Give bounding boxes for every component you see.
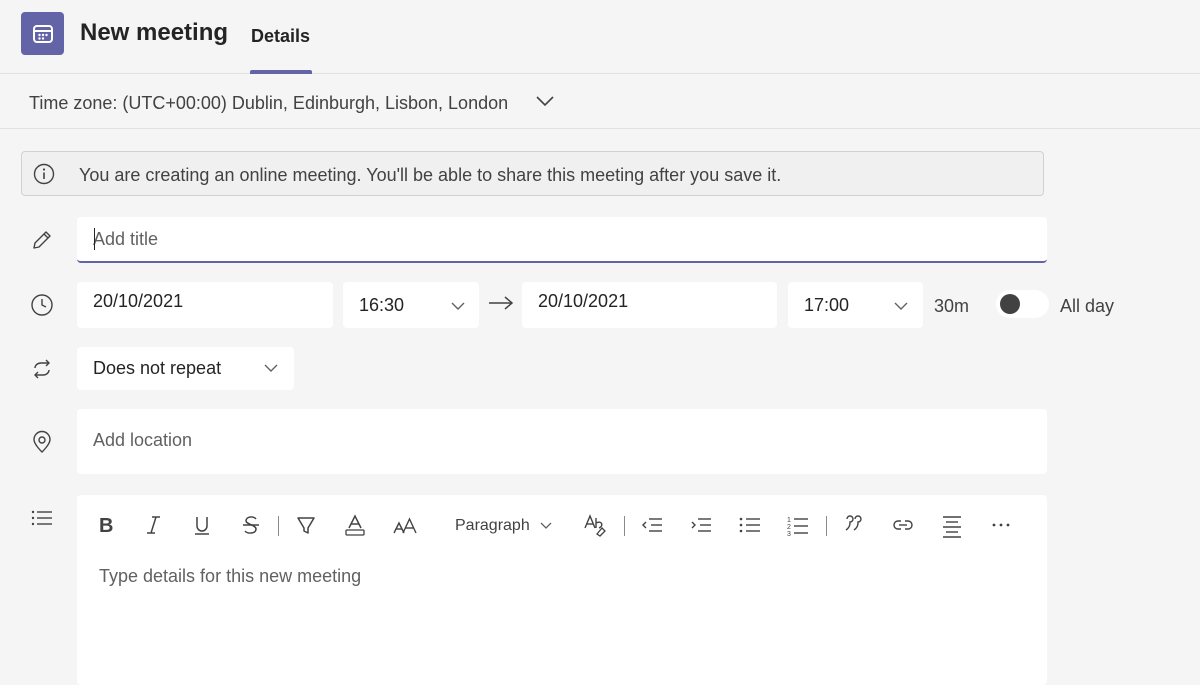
- all-day-label: All day: [1060, 296, 1115, 316]
- online-meeting-banner: You are creating an online meeting. You'…: [21, 151, 1044, 196]
- details-editor[interactable]: B Paragraph 1 2 3 Type details for this …: [77, 495, 1047, 685]
- banner-text: You are creating an online meeting. You'…: [79, 165, 782, 185]
- meeting-duration: 30m: [934, 296, 970, 316]
- paragraph-style-dropdown[interactable]: Paragraph: [455, 517, 552, 535]
- chevron-down-icon: [451, 302, 465, 311]
- bulleted-list-icon[interactable]: [738, 514, 762, 536]
- repeat-icon: [30, 357, 54, 381]
- link-icon[interactable]: [891, 514, 915, 536]
- header: New meeting Details: [0, 0, 1200, 74]
- repeat-dropdown[interactable]: Does not repeat: [77, 347, 294, 390]
- svg-text:1: 1: [787, 517, 791, 524]
- start-time-value: 16:30: [359, 295, 405, 315]
- svg-text:2: 2: [787, 524, 791, 531]
- chevron-down-icon: [540, 522, 552, 530]
- italic-icon[interactable]: [143, 514, 165, 536]
- calendar-icon: [21, 12, 64, 55]
- toolbar-separator: [624, 516, 625, 536]
- info-icon: [33, 163, 55, 185]
- timezone-label: Time zone: (UTC+00:00) Dublin, Edinburgh…: [29, 93, 509, 113]
- svg-text:3: 3: [787, 531, 791, 538]
- svg-text:B: B: [99, 515, 113, 536]
- pencil-icon: [30, 228, 54, 252]
- repeat-value: Does not repeat: [93, 358, 222, 378]
- bold-icon[interactable]: B: [95, 514, 117, 536]
- underline-icon[interactable]: [191, 514, 213, 536]
- format-painter-icon[interactable]: [583, 514, 609, 538]
- highlight-icon[interactable]: [295, 514, 317, 536]
- details-list-icon: [30, 508, 54, 528]
- font-size-icon[interactable]: [392, 514, 418, 536]
- clock-icon: [30, 293, 54, 317]
- tab-details[interactable]: Details: [251, 26, 310, 47]
- active-tab-indicator: [250, 70, 312, 74]
- quote-icon[interactable]: [843, 514, 865, 536]
- title-field[interactable]: [77, 217, 1047, 263]
- title-input[interactable]: [93, 217, 1033, 261]
- text-cursor: [94, 228, 95, 250]
- end-time-picker[interactable]: 17:00: [788, 282, 923, 328]
- end-date-value: 20/10/2021: [538, 291, 629, 311]
- start-time-picker[interactable]: 16:30: [343, 282, 479, 328]
- toolbar-separator: [278, 516, 279, 536]
- more-icon[interactable]: [990, 514, 1012, 536]
- paragraph-label: Paragraph: [455, 517, 530, 534]
- end-time-value: 17:00: [804, 295, 850, 315]
- start-date-picker[interactable]: 20/10/2021: [77, 282, 333, 328]
- location-pin-icon: [30, 430, 54, 454]
- end-date-picker[interactable]: 20/10/2021: [522, 282, 777, 328]
- toggle-knob: [1000, 294, 1020, 314]
- strikethrough-icon[interactable]: [240, 514, 262, 536]
- location-field[interactable]: Add location: [77, 409, 1047, 474]
- formatting-toolbar: B Paragraph 1 2 3: [77, 495, 1047, 555]
- all-day-toggle[interactable]: [996, 290, 1049, 318]
- numbered-list-icon[interactable]: 123: [786, 514, 810, 538]
- start-date-value: 20/10/2021: [93, 291, 184, 311]
- align-center-icon[interactable]: [941, 514, 963, 538]
- chevron-down-icon: [894, 302, 908, 311]
- increase-indent-icon[interactable]: [689, 514, 713, 536]
- chevron-down-icon: [264, 364, 278, 373]
- timezone-selector[interactable]: Time zone: (UTC+00:00) Dublin, Edinburgh…: [0, 75, 1200, 129]
- toolbar-separator: [826, 516, 827, 536]
- details-placeholder: Type details for this new meeting: [99, 566, 362, 586]
- font-color-icon[interactable]: [344, 514, 366, 536]
- page-title: New meeting: [80, 19, 229, 46]
- chevron-down-icon: [536, 95, 554, 107]
- decrease-indent-icon[interactable]: [640, 514, 664, 536]
- arrow-right-icon: [488, 295, 514, 311]
- location-placeholder: Add location: [93, 430, 193, 450]
